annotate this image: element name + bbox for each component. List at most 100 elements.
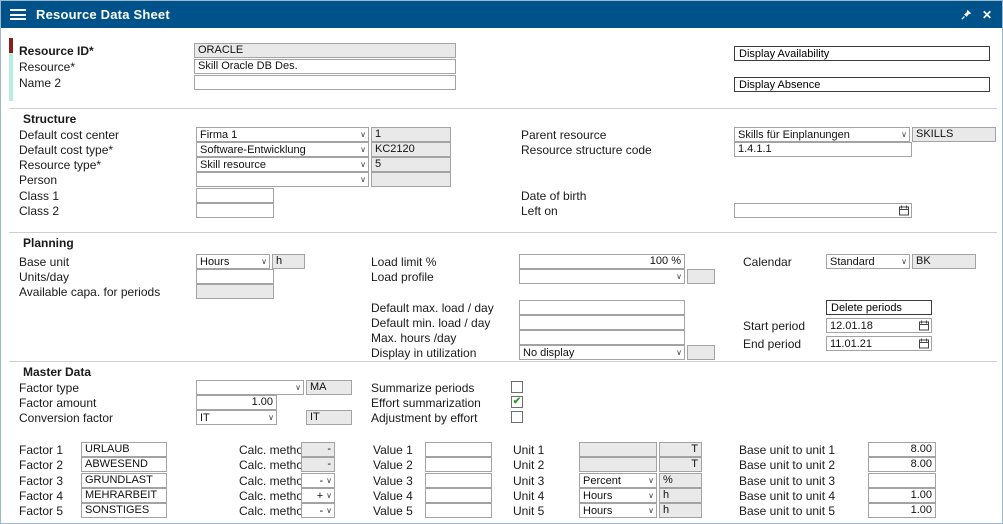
factor5-field[interactable]: SONSTIGES [81,503,167,518]
chevron-down-icon: ∨ [360,146,366,154]
resource-type-label: Resource type* [19,159,101,172]
display-availability-button[interactable]: Display Availability [734,46,990,61]
structure-section-title: Structure [23,113,76,126]
calc-method4-select[interactable]: + ∨ [301,488,335,503]
resource-data-sheet-window: Resource Data Sheet ✕ Resource ID* ORACL… [0,0,1003,524]
base-unit-code-field: h [272,254,305,269]
calendar-select[interactable]: Standard ∨ [826,254,910,269]
cost-type-value: Software-Entwicklung [200,144,306,156]
close-icon[interactable]: ✕ [982,9,992,21]
value3-label: Value 3 [373,475,413,488]
parent-resource-select[interactable]: Skills für Einplanungen ∨ [734,127,910,142]
calendar-icon[interactable] [919,338,929,349]
cost-type-select[interactable]: Software-Entwicklung ∨ [196,142,369,157]
person-select[interactable]: ∨ [196,172,369,187]
unit3-select[interactable]: Percent ∨ [579,473,657,488]
end-period-field[interactable]: 11.01.21 [826,336,932,351]
base-unit2-label: Base unit to unit 2 [739,459,835,472]
resource-field[interactable]: Skill Oracle DB Des. [194,59,456,74]
structure-code-field[interactable]: 1.4.1.1 [734,142,912,157]
display-utilization-select[interactable]: No display ∨ [519,345,685,360]
value5-field[interactable] [425,503,492,518]
resource-type-select[interactable]: Skill resource ∨ [196,157,369,172]
factor4-field[interactable]: MEHRARBEIT [81,488,167,503]
titlebar-actions: ✕ [961,9,992,21]
summarize-periods-checkbox[interactable] [511,381,523,393]
calc-method3-select[interactable]: - ∨ [301,473,335,488]
units-day-field[interactable] [196,269,274,284]
factor2-field[interactable]: ABWESEND [81,457,167,472]
cost-center-code-field: 1 [371,127,451,142]
delete-periods-button[interactable]: Delete periods [826,300,932,315]
factor3-label: Factor 3 [19,475,63,488]
factor-amount-field[interactable]: 1.00 [196,395,277,410]
chevron-down-icon: ∨ [326,507,332,515]
value5-label: Value 5 [373,505,413,518]
display-absence-button[interactable]: Display Absence [734,77,990,92]
effort-summarization-checkbox[interactable]: ✔ [511,396,523,408]
chevron-down-icon: ∨ [326,477,332,485]
menu-icon[interactable] [10,9,26,20]
base-unit2-field[interactable]: 8.00 [868,457,936,472]
value2-field[interactable] [425,457,492,472]
base-unit4-field[interactable]: 1.00 [868,488,936,503]
default-max-load-label: Default max. load / day [371,302,494,315]
chevron-down-icon: ∨ [295,384,301,392]
default-min-load-field[interactable] [519,315,685,330]
unit4-select[interactable]: Hours ∨ [579,488,657,503]
unit3-value: Percent [583,475,621,487]
factor3-field[interactable]: GRUNDLAST [81,473,167,488]
left-on-field[interactable] [734,203,912,218]
resource-type-value: Skill resource [200,159,266,171]
calendar-value: Standard [830,256,875,268]
base-unit-select[interactable]: Hours ∨ [196,254,270,269]
unit5-select[interactable]: Hours ∨ [579,503,657,518]
adjustment-by-effort-checkbox[interactable] [511,411,523,423]
cost-center-select[interactable]: Firma 1 ∨ [196,127,369,142]
calc-method5-value: - [319,505,323,517]
value1-field[interactable] [425,442,492,457]
base-unit-value: Hours [200,256,229,268]
default-max-load-field[interactable] [519,300,685,315]
calendar-icon[interactable] [899,205,909,216]
panel-accent-bar [9,53,13,101]
name2-field[interactable] [194,75,456,90]
value4-label: Value 4 [373,490,413,503]
value3-field[interactable] [425,473,492,488]
load-profile-code-field [687,269,715,284]
factor-amount-label: Factor amount [19,397,96,410]
start-period-field[interactable]: 12.01.18 [826,318,932,333]
base-unit5-label: Base unit to unit 5 [739,505,835,518]
class1-label: Class 1 [19,190,59,203]
factor4-label: Factor 4 [19,490,63,503]
conversion-factor-select[interactable]: IT ∨ [196,410,277,425]
calendar-icon[interactable] [919,320,929,331]
calc-method5-select[interactable]: - ∨ [301,503,335,518]
load-limit-field[interactable]: 100 % [519,254,685,269]
load-profile-select[interactable]: ∨ [519,269,685,284]
class1-field[interactable] [196,188,274,203]
required-marker-bar [9,38,13,53]
summarize-periods-label: Summarize periods [371,382,474,395]
calc-method1-field: - [301,442,335,457]
factor-type-select[interactable]: ∨ [196,380,304,395]
factor5-label: Factor 5 [19,505,63,518]
unit2-label: Unit 2 [513,459,544,472]
display-utilization-label: Display in utilization [371,347,476,360]
class2-field[interactable] [196,203,274,218]
chevron-down-icon: ∨ [648,507,654,515]
base-unit1-field[interactable]: 8.00 [868,442,936,457]
value4-field[interactable] [425,488,492,503]
max-hours-label: Max. hours /day [371,332,456,345]
base-unit3-field[interactable] [868,473,936,488]
base-unit5-field[interactable]: 1.00 [868,503,936,518]
unit5-label: Unit 5 [513,505,544,518]
max-hours-field[interactable] [519,330,685,345]
chevron-down-icon: ∨ [676,349,682,357]
pin-icon[interactable] [961,9,972,20]
person-code-field [371,172,451,187]
unit5-value: Hours [583,505,612,517]
factor1-field[interactable]: URLAUB [81,442,167,457]
effort-summarization-label: Effort summarization [371,397,481,410]
name2-label: Name 2 [19,77,61,90]
